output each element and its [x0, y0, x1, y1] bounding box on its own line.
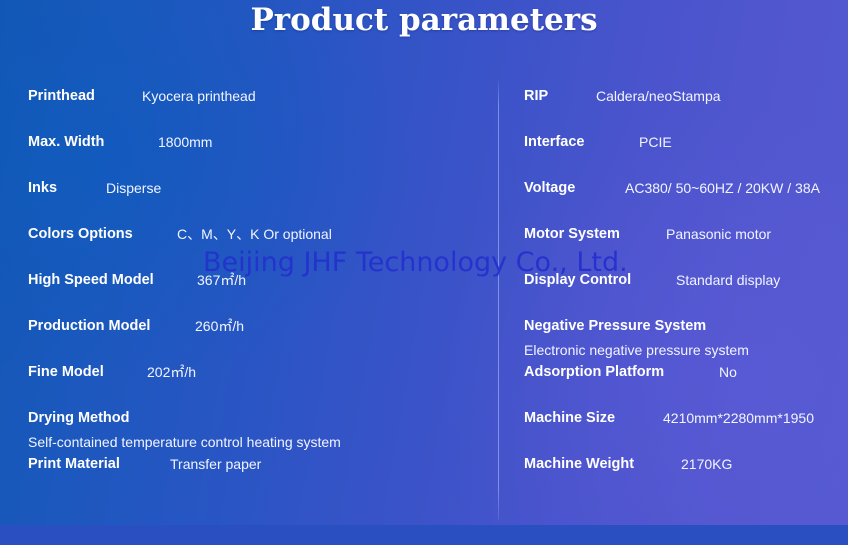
spec-value: Self-contained temperature control heati… — [28, 434, 341, 450]
spec-label: Print Material — [28, 456, 120, 472]
spec-value: 2170KG — [681, 456, 733, 472]
column-divider — [498, 80, 499, 520]
spec-label: Fine Model — [28, 364, 104, 380]
spec-value: Panasonic motor — [666, 226, 772, 242]
spec-value: 202㎡/h — [147, 364, 197, 380]
spec-label: Display Control — [524, 272, 632, 288]
spec-value: C、M、Y、K Or optional — [177, 226, 332, 242]
spec-column-right: RIP Caldera/neoStampa Interface PCIE Voltage… — [524, 86, 834, 500]
spec-row: Machine Weight 2170KG — [524, 454, 834, 500]
spec-row: Adsorption Platform No — [524, 362, 834, 408]
spec-value: 260㎡/h — [195, 318, 245, 334]
spec-row: Negative Pressure System Electronic negat… — [524, 316, 834, 362]
spec-label: Max. Width — [28, 134, 105, 150]
spec-value: AC380/ 50~60HZ / 20KW / 38A — [625, 180, 820, 196]
spec-value: PCIE — [639, 134, 672, 150]
spec-value: Transfer paper — [170, 456, 262, 472]
spec-label: Drying Method — [28, 410, 130, 426]
spec-row: Production Model 260㎡/h — [28, 316, 480, 362]
spec-value: 1800mm — [158, 134, 213, 150]
spec-row: Max. Width 1800mm — [28, 132, 480, 178]
spec-label: Production Model — [28, 318, 151, 334]
spec-label: Negative Pressure System — [524, 318, 707, 334]
spec-row: Voltage AC380/ 50~60HZ / 20KW / 38A — [524, 178, 834, 224]
spec-value: Standard display — [676, 272, 781, 288]
spec-label: RIP — [524, 88, 549, 104]
spec-row: Drying Method Self-contained temperature … — [28, 408, 480, 454]
spec-label: Interface — [524, 134, 585, 150]
spec-label: Inks — [28, 180, 58, 196]
spec-column-left: Printhead Kyocera printhead Max. Width 1800… — [28, 86, 480, 500]
spec-value: Electronic negative pressure system — [524, 342, 749, 358]
spec-label: Adsorption Platform — [524, 364, 665, 380]
spec-row: Display Control Standard display — [524, 270, 834, 316]
product-parameters-panel: Product parameters Printhead Kyocera prin… — [0, 0, 848, 525]
spec-row: Motor System Panasonic motor — [524, 224, 834, 270]
spec-row: Interface PCIE — [524, 132, 834, 178]
spec-label: Voltage — [524, 180, 576, 196]
spec-value: Caldera/neoStampa — [596, 88, 721, 104]
spec-label: High Speed Model — [28, 272, 154, 288]
spec-row: Colors Options C、M、Y、K Or optional — [28, 224, 480, 270]
spec-label: Machine Weight — [524, 456, 635, 472]
spec-label: Printhead — [28, 88, 95, 104]
spec-value: 367㎡/h — [197, 272, 247, 288]
spec-label: Colors Options — [28, 226, 133, 242]
spec-label: Machine Size — [524, 410, 616, 426]
spec-value: Kyocera printhead — [142, 88, 256, 104]
spec-value: No — [719, 364, 737, 380]
spec-row: Inks Disperse — [28, 178, 480, 224]
spec-row: High Speed Model 367㎡/h — [28, 270, 480, 316]
spec-value: 4210mm*2280mm*1950 — [663, 410, 814, 426]
page-title: Product parameters — [250, 2, 598, 38]
spec-row: Printhead Kyocera printhead — [28, 86, 480, 132]
spec-row: RIP Caldera/neoStampa — [524, 86, 834, 132]
spec-value: Disperse — [106, 180, 162, 196]
spec-label: Motor System — [524, 226, 620, 242]
spec-row: Fine Model 202㎡/h — [28, 362, 480, 408]
spec-row: Machine Size 4210mm*2280mm*1950 — [524, 408, 834, 454]
spec-row: Print Material Transfer paper — [28, 454, 480, 500]
